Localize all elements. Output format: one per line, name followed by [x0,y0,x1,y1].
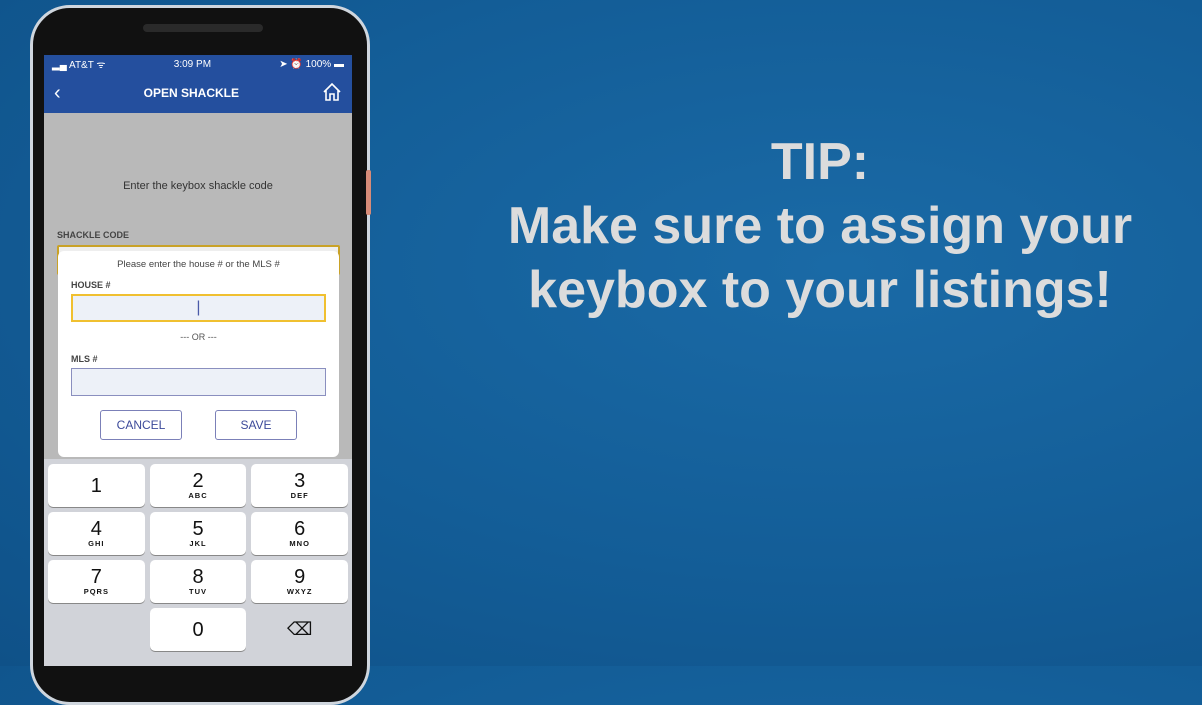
nav-bar: ‹ OPEN SHACKLE [44,73,352,113]
tip-text: TIP: Make sure to assign your keybox to … [470,130,1170,322]
mls-label: MLS # [71,354,98,364]
or-divider: --- OR --- [180,332,217,342]
home-icon[interactable] [322,82,342,105]
key-0[interactable]: 0 [149,608,247,651]
save-button[interactable]: SAVE [215,410,297,440]
empty-key [48,608,145,651]
house-mls-dialog: Please enter the house # or the MLS # HO… [58,251,339,457]
status-bar: ▂▄ AT&T ᯤ 3:09 PM ➤ ⏰ 100% ▬ [44,55,352,73]
dialog-title: Please enter the house # or the MLS # [117,259,280,270]
numeric-keypad: 1 2 ABC 3 DEF 4 GHI 5 JKL 6 MNO 7 PQRS 8 TUV 9 WXYZ 0 ⌫ [44,459,352,666]
shackle-code-label: SHACKLE CODE [57,230,130,240]
battery: ➤ ⏰ 100% ▬ [279,58,344,70]
key-8[interactable]: 8 TUV [149,560,247,603]
key-4[interactable]: 4 GHI [48,512,145,555]
backspace-icon[interactable]: ⌫ [251,608,348,651]
cancel-button[interactable]: CANCEL [100,410,182,440]
key-3[interactable]: 3 DEF [251,464,349,507]
house-label: HOUSE # [71,280,111,290]
back-icon[interactable]: ‹ [54,82,61,105]
side-button [366,170,371,215]
phone-screen: ▂▄ AT&T ᯤ 3:09 PM ➤ ⏰ 100% ▬ ‹ OPEN SHAC… [44,55,352,666]
key-9[interactable]: 9 WXYZ [251,560,349,603]
key-2[interactable]: 2 ABC [149,464,247,507]
key-1[interactable]: 1 [48,464,145,507]
key-5[interactable]: 5 JKL [149,512,247,555]
tip-message: Make sure to assign your keybox to your … [507,197,1133,319]
clock: 3:09 PM [173,58,212,70]
tip-heading: TIP: [770,133,870,191]
key-6[interactable]: 6 MNO [251,512,349,555]
prompt-text: Enter the keybox shackle code [123,180,273,192]
carrier: ▂▄ AT&T ᯤ [52,60,106,71]
speaker [143,24,263,32]
mls-input[interactable] [71,368,326,396]
house-input[interactable]: | [71,294,326,322]
page-title: OPEN SHACKLE [143,86,239,100]
key-7[interactable]: 7 PQRS [48,560,145,603]
